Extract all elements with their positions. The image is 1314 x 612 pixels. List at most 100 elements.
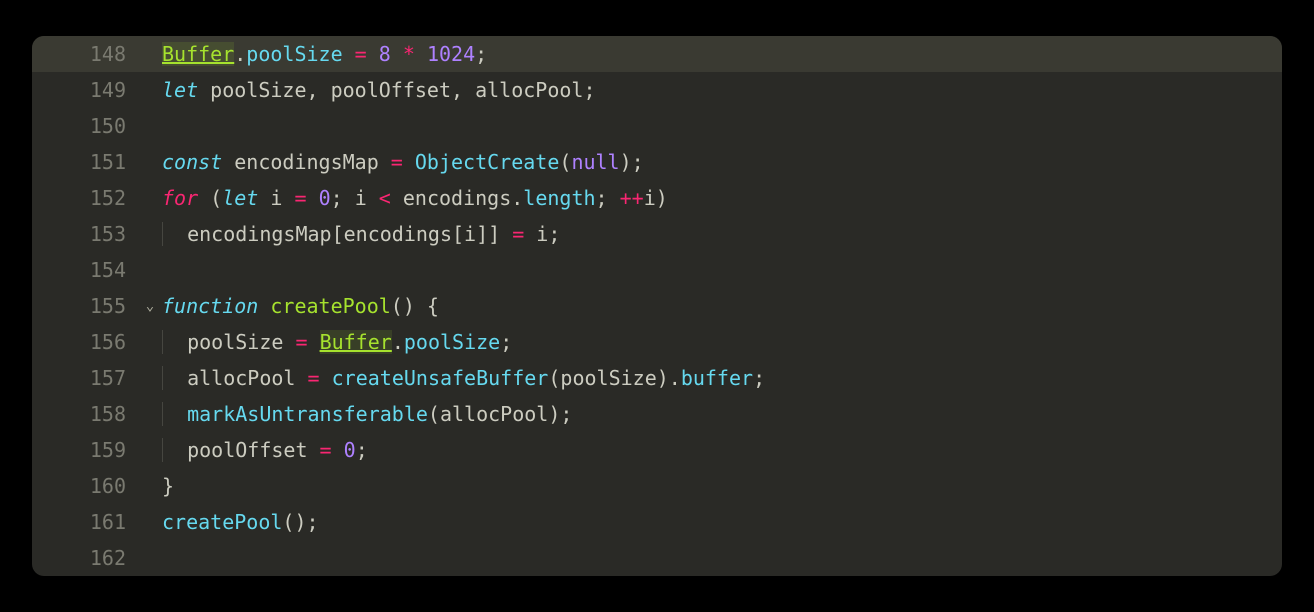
- token: ;: [753, 366, 765, 390]
- code-line[interactable]: 159 poolOffset = 0;: [32, 432, 1282, 468]
- line-number: 160: [32, 474, 138, 498]
- line-number: 150: [32, 114, 138, 138]
- code-content[interactable]: function createPool() {: [162, 294, 1282, 318]
- token: );: [620, 150, 644, 174]
- token: ();: [282, 510, 318, 534]
- token: ; i: [331, 186, 379, 210]
- token: [332, 438, 344, 462]
- token: =: [295, 330, 307, 354]
- token: function: [162, 294, 258, 318]
- line-number: 151: [32, 150, 138, 174]
- code-content[interactable]: encodingsMap[encodings[i]] = i;: [162, 222, 1282, 246]
- code-line[interactable]: 150: [32, 108, 1282, 144]
- token: ;: [475, 42, 487, 66]
- token: 0: [344, 438, 356, 462]
- token: [258, 294, 270, 318]
- token: [320, 366, 332, 390]
- code-line[interactable]: 151 const encodingsMap = ObjectCreate(nul…: [32, 144, 1282, 180]
- token: buffer: [681, 366, 753, 390]
- token: .: [392, 330, 404, 354]
- token: i: [258, 186, 294, 210]
- code-line[interactable]: 160}: [32, 468, 1282, 504]
- code-line[interactable]: 153 encodingsMap[encodings[i]] = i;: [32, 216, 1282, 252]
- token: 1024: [427, 42, 475, 66]
- token: Buffer: [162, 42, 234, 66]
- token: poolSize: [187, 330, 295, 354]
- token: .: [234, 42, 246, 66]
- fold-gutter[interactable]: ⌄: [138, 298, 162, 314]
- token: 8: [379, 42, 391, 66]
- chevron-down-icon[interactable]: ⌄: [146, 298, 154, 314]
- token: 0: [319, 186, 331, 210]
- token: (poolSize).: [548, 366, 680, 390]
- line-number: 149: [32, 78, 138, 102]
- code-content[interactable]: const encodingsMap = ObjectCreate(null);: [162, 150, 1282, 174]
- code-content[interactable]: createPool();: [162, 510, 1282, 534]
- token: *: [403, 42, 415, 66]
- token: () {: [391, 294, 439, 318]
- token: let: [222, 186, 258, 210]
- code-line[interactable]: 161 createPool();: [32, 504, 1282, 540]
- token: =: [294, 186, 306, 210]
- token: poolSize: [404, 330, 500, 354]
- line-number: 148: [32, 42, 138, 66]
- token: [307, 186, 319, 210]
- token: for: [162, 186, 198, 210]
- code-line[interactable]: 158 markAsUntransferable(allocPool);: [32, 396, 1282, 432]
- line-number: 155: [32, 294, 138, 318]
- code-content[interactable]: Buffer.poolSize = 8 * 1024;: [162, 42, 1282, 66]
- code-line[interactable]: 152 for (let i = 0; i < encodings.length;…: [32, 180, 1282, 216]
- token: ;: [356, 438, 368, 462]
- token: (: [198, 186, 222, 210]
- token: const: [162, 150, 222, 174]
- code-content[interactable]: for (let i = 0; i < encodings.length; ++…: [162, 186, 1282, 210]
- code-content[interactable]: poolOffset = 0;: [162, 438, 1282, 462]
- token: <: [379, 186, 391, 210]
- line-number: 161: [32, 510, 138, 534]
- token: encodings.: [391, 186, 523, 210]
- token: ;: [596, 186, 620, 210]
- token: length: [523, 186, 595, 210]
- code-content[interactable]: let poolSize, poolOffset, allocPool;: [162, 78, 1282, 102]
- line-number: 152: [32, 186, 138, 210]
- token: (allocPool);: [428, 402, 573, 426]
- token: Buffer: [320, 330, 392, 354]
- token: createPool: [270, 294, 390, 318]
- code-content[interactable]: }: [162, 474, 1282, 498]
- token: [415, 42, 427, 66]
- token: poolSize: [246, 42, 342, 66]
- code-line[interactable]: 149 let poolSize, poolOffset, allocPool;: [32, 72, 1282, 108]
- code-content[interactable]: poolSize = Buffer.poolSize;: [162, 330, 1282, 354]
- code-line[interactable]: 156 poolSize = Buffer.poolSize;: [32, 324, 1282, 360]
- code-line[interactable]: 155 ⌄ function createPool() {: [32, 288, 1282, 324]
- code-line[interactable]: 148 Buffer.poolSize = 8 * 1024;: [32, 36, 1282, 72]
- token: ++: [620, 186, 644, 210]
- code-content[interactable]: allocPool = createUnsafeBuffer(poolSize)…: [162, 366, 1282, 390]
- line-number: 158: [32, 402, 138, 426]
- line-number: 156: [32, 330, 138, 354]
- token: [343, 42, 355, 66]
- line-number: 157: [32, 366, 138, 390]
- token: (: [559, 150, 571, 174]
- token: i;: [524, 222, 560, 246]
- line-number: 162: [32, 546, 138, 570]
- token: =: [355, 42, 367, 66]
- token: [367, 42, 379, 66]
- line-number: 153: [32, 222, 138, 246]
- token: encodingsMap[encodings[i]]: [187, 222, 512, 246]
- code-line[interactable]: 154: [32, 252, 1282, 288]
- token: =: [391, 150, 403, 174]
- code-line[interactable]: 157 allocPool = createUnsafeBuffer(poolS…: [32, 360, 1282, 396]
- token: }: [162, 474, 174, 498]
- code-editor[interactable]: 148Buffer.poolSize = 8 * 1024;149let poo…: [32, 36, 1282, 576]
- token: poolSize, poolOffset, allocPool;: [198, 78, 595, 102]
- line-number: 159: [32, 438, 138, 462]
- token: createPool: [162, 510, 282, 534]
- line-number: 154: [32, 258, 138, 282]
- code-content[interactable]: markAsUntransferable(allocPool);: [162, 402, 1282, 426]
- token: i): [644, 186, 668, 210]
- token: [403, 150, 415, 174]
- token: encodingsMap: [222, 150, 391, 174]
- token: let: [162, 78, 198, 102]
- code-line[interactable]: 162: [32, 540, 1282, 576]
